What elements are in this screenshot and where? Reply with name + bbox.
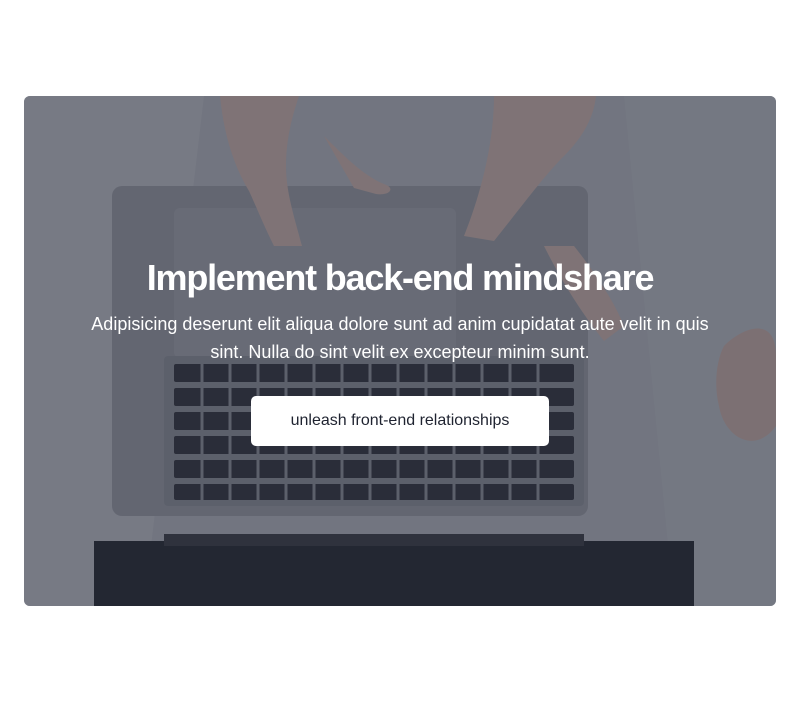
cta-button[interactable]: unleash front-end relationships	[251, 396, 549, 446]
hero-description: Adipisicing deserunt elit aliqua dolore …	[91, 314, 709, 362]
hero-content: Implement back-end mindshare Adipisicing…	[24, 96, 776, 606]
hero-banner: Implement back-end mindshare Adipisicing…	[24, 96, 776, 606]
hero-title: Implement back-end mindshare	[146, 257, 655, 298]
